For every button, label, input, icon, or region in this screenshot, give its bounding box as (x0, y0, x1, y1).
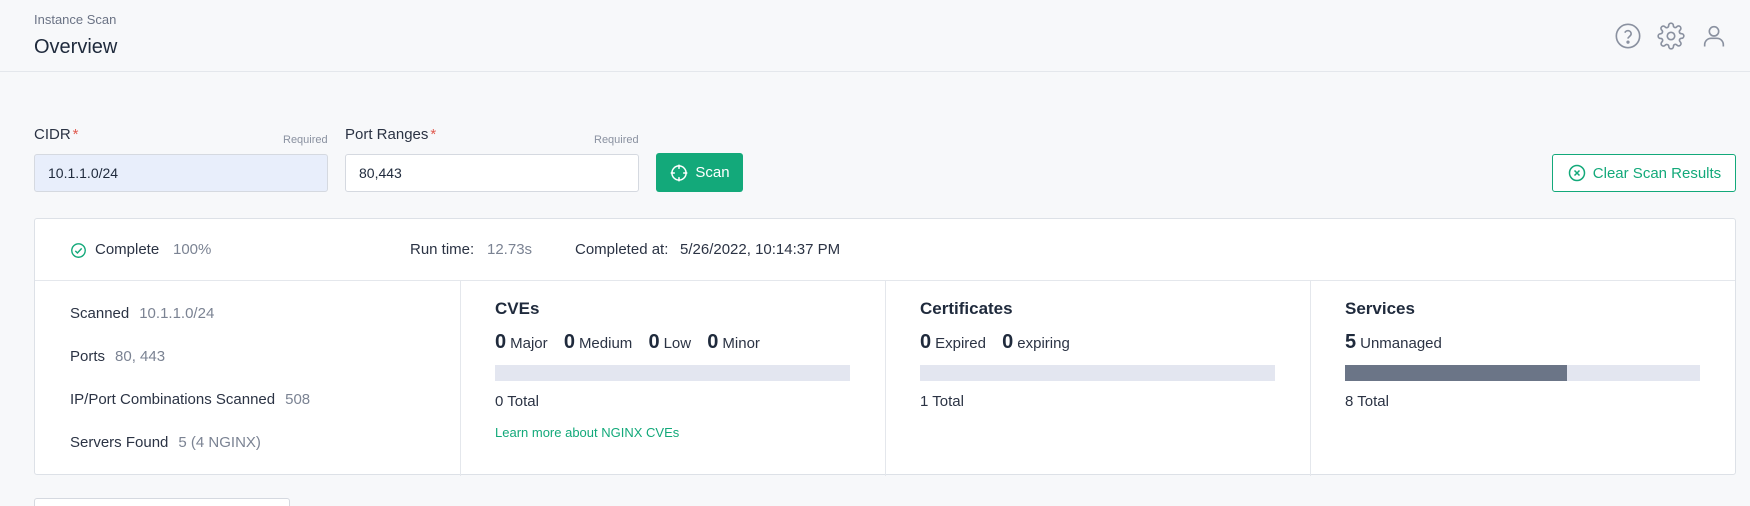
cves-low-label: Low (663, 335, 692, 352)
ports-required-hint: Required (594, 134, 639, 146)
cves-progress-bar (495, 365, 850, 381)
scanned-value: 10.1.1.0/24 (139, 305, 215, 322)
combinations-value: 508 (285, 391, 311, 408)
servers-found-row: Servers Found 5 (4 NGINX) (70, 434, 261, 451)
certificates-title: Certificates (920, 299, 1013, 318)
crosshair-icon (671, 164, 688, 181)
page-header: Instance Scan Overview (0, 0, 1750, 72)
services-progress-fill (1345, 365, 1567, 381)
cves-major-count: 0 (495, 331, 507, 353)
cves-title: CVEs (495, 299, 540, 318)
cves-medium-label: Medium (578, 335, 633, 352)
certificates-counts: 0 Expired 0 expiring (920, 331, 1082, 354)
cves-counts: 0 Major 0 Medium 0 Low 0 Minor (495, 331, 772, 354)
completed-at-label: Completed at: (575, 241, 669, 258)
page-title: Overview (34, 36, 118, 58)
scan-button-label: Scan (695, 164, 730, 181)
cidr-label-text: CIDR (34, 126, 71, 143)
help-icon[interactable] (1614, 22, 1642, 50)
services-column: Services 5 Unmanaged 8 Total (1310, 281, 1735, 476)
cidr-label: CIDR * (34, 126, 79, 143)
cidr-required-hint: Required (283, 134, 328, 146)
port-ranges-label-text: Port Ranges (345, 126, 429, 143)
servers-found-label: Servers Found (70, 434, 169, 451)
certificates-expired-label: Expired (935, 335, 986, 352)
services-unmanaged-label: Unmanaged (1360, 335, 1442, 352)
ports-label: Ports (70, 348, 106, 365)
certificates-progress-bar (920, 365, 1275, 381)
services-counts: 5 Unmanaged (1345, 331, 1454, 354)
services-progress-bar (1345, 365, 1700, 381)
runtime-value: 12.73s (487, 241, 533, 258)
close-circle-icon (1568, 164, 1586, 182)
services-total: 8 Total (1345, 393, 1389, 410)
breadcrumb[interactable]: Instance Scan (34, 12, 116, 27)
learn-more-cves-link[interactable]: Learn more about NGINX CVEs (495, 425, 679, 440)
gear-icon[interactable] (1657, 22, 1685, 50)
servers-found-value: 5 (4 NGINX) (178, 434, 261, 451)
clear-scan-results-button[interactable]: Clear Scan Results (1552, 154, 1736, 192)
combinations-label: IP/Port Combinations Scanned (70, 391, 276, 408)
certificates-expired-count: 0 (920, 331, 932, 353)
cves-minor-count: 0 (707, 331, 719, 353)
required-star: * (430, 126, 437, 143)
scanned-row: Scanned 10.1.1.0/24 (70, 305, 214, 322)
certificates-expiring-count: 0 (1002, 331, 1014, 353)
cves-minor-label: Minor (722, 335, 760, 352)
scan-results-panel: Complete 100% Run time: 12.73s Completed… (34, 218, 1736, 476)
partial-element-below (34, 498, 290, 506)
cves-medium-count: 0 (563, 331, 575, 353)
status-text: Complete (95, 241, 160, 258)
port-ranges-label: Port Ranges * (345, 126, 436, 143)
status-percent: 100% (173, 241, 212, 258)
summary-column: Scanned 10.1.1.0/24 Ports 80, 443 IP/Port … (35, 281, 460, 476)
cves-low-count: 0 (648, 331, 660, 353)
cves-major-label: Major (510, 335, 548, 352)
user-icon[interactable] (1700, 22, 1728, 50)
cves-column: CVEs 0 Major 0 Medium 0 Low 0 Minor 0 Total … (460, 281, 885, 476)
scan-status-row: Complete 100% Run time: 12.73s Completed… (35, 219, 1735, 281)
combinations-row: IP/Port Combinations Scanned 508 (70, 391, 310, 408)
certificates-expiring-label: expiring (1017, 335, 1070, 352)
scanned-label: Scanned (70, 305, 130, 322)
cves-total: 0 Total (495, 393, 539, 410)
cidr-input[interactable] (34, 154, 328, 192)
runtime-label: Run time: (410, 241, 475, 258)
port-ranges-input[interactable] (345, 154, 639, 192)
clear-button-label: Clear Scan Results (1592, 164, 1722, 182)
ports-value: 80, 443 (115, 348, 166, 365)
services-unmanaged-count: 5 (1345, 331, 1357, 353)
completed-at-value: 5/26/2022, 10:14:37 PM (680, 241, 841, 258)
certificates-column: Certificates 0 Expired 0 expiring 1 Total (885, 281, 1310, 476)
certificates-total: 1 Total (920, 393, 964, 410)
scan-button[interactable]: Scan (656, 153, 743, 192)
services-title: Services (1345, 299, 1415, 318)
check-circle-icon (71, 243, 86, 258)
required-star: * (72, 126, 79, 143)
ports-row: Ports 80, 443 (70, 348, 165, 365)
